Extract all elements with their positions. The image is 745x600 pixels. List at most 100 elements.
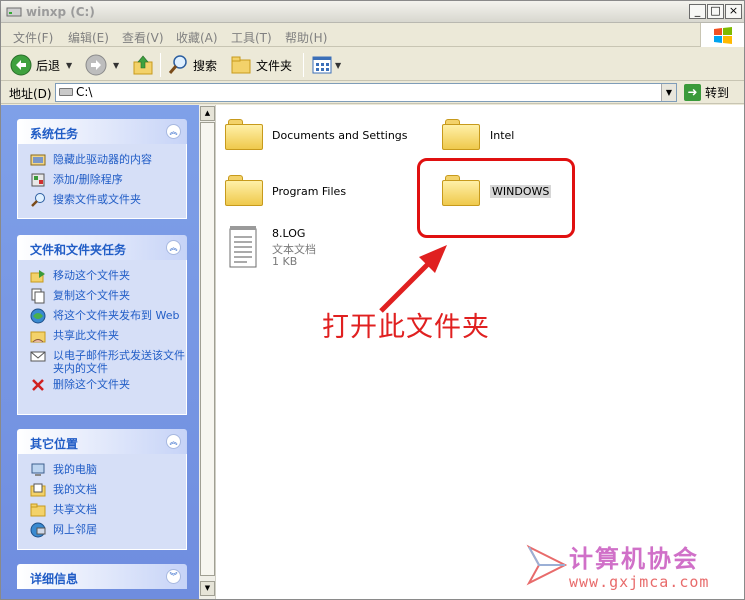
back-dropdown-icon[interactable]: ▼: [66, 61, 72, 70]
file-tasks-panel: 文件和文件夹任务 ︽ 移动这个文件夹 复制这个文件夹 将这个文件夹发布到 Web: [17, 235, 187, 415]
windows-flag-icon: [714, 27, 732, 44]
publish-web-icon: [30, 308, 46, 324]
add-remove-icon: [31, 173, 45, 187]
address-label: 地址(D): [9, 87, 52, 101]
search-label: 搜索: [193, 58, 218, 73]
toolbar: 后退 ▼ ▼ 搜索 文件夹 ▼: [1, 48, 744, 81]
annotation-text: 打开此文件夹: [322, 312, 490, 343]
address-bar: 地址(D) C:\ ▼ ➜ 转到: [1, 82, 744, 104]
address-input[interactable]: C:\ ▼: [55, 83, 677, 102]
expand-chevron-icon[interactable]: ︾: [166, 569, 181, 584]
collapse-chevron-icon[interactable]: ︽: [166, 124, 181, 139]
menu-file[interactable]: 文件(F): [13, 29, 53, 46]
task-move-folder[interactable]: 移动这个文件夹: [18, 266, 186, 286]
maximize-button[interactable]: □: [707, 4, 724, 19]
scroll-up-icon[interactable]: ▲: [200, 106, 215, 121]
system-tasks-header[interactable]: 系统任务 ︽: [17, 119, 187, 144]
watermark-title: 计算机协会: [569, 545, 699, 573]
share-folder-icon: [30, 331, 46, 343]
search-button[interactable]: 搜索: [167, 53, 217, 77]
views-dropdown-icon[interactable]: ▼: [335, 61, 341, 70]
folder-program-files[interactable]: Program Files: [225, 175, 385, 215]
address-dropdown-icon[interactable]: ▼: [661, 84, 676, 101]
menu-favorites[interactable]: 收藏(A): [176, 29, 218, 46]
close-button[interactable]: ×: [725, 4, 742, 19]
explorer-window: winxp (C:) _ □ × 文件(F) 编辑(E) 查看(V) 收藏(A)…: [0, 0, 745, 600]
folder-documents-and-settings[interactable]: Documents and Settings: [225, 119, 408, 159]
minimize-button[interactable]: _: [689, 4, 706, 19]
task-publish-folder-web[interactable]: 将这个文件夹发布到 Web: [18, 306, 186, 326]
file-8-log[interactable]: 8.LOG 文本文档 1 KB: [229, 225, 369, 273]
task-delete-folder[interactable]: 删除这个文件夹: [18, 375, 186, 395]
task-pane: 系统任务 ︽ 隐藏此驱动器的内容 添加/删除程序 搜索文件或文件夹 文件和文件夹…: [1, 105, 199, 599]
details-panel: 详细信息 ︾: [17, 564, 187, 589]
forward-button[interactable]: ▼: [85, 53, 119, 77]
task-hide-drive-contents[interactable]: 隐藏此驱动器的内容: [18, 150, 186, 170]
scroll-thumb[interactable]: [200, 122, 215, 576]
menu-view[interactable]: 查看(V): [122, 29, 164, 46]
toolbar-separator: [303, 53, 304, 77]
other-places-panel: 其它位置 ︽ 我的电脑 我的文档 共享文档 网上邻居: [17, 429, 187, 550]
place-my-documents[interactable]: 我的文档: [18, 480, 186, 500]
task-search-files[interactable]: 搜索文件或文件夹: [18, 190, 186, 210]
scroll-down-icon[interactable]: ▼: [200, 581, 215, 596]
windows-logo: [700, 23, 744, 47]
drive-icon: [6, 7, 22, 17]
place-shared-documents[interactable]: 共享文档: [18, 500, 186, 520]
system-tasks-panel: 系统任务 ︽ 隐藏此驱动器的内容 添加/删除程序 搜索文件或文件夹: [17, 119, 187, 219]
task-share-folder[interactable]: 共享此文件夹: [18, 326, 186, 346]
place-my-computer[interactable]: 我的电脑: [18, 460, 186, 480]
details-title: 详细信息: [30, 572, 79, 586]
hide-contents-icon: [30, 154, 46, 166]
title-bar[interactable]: winxp (C:) _ □ ×: [1, 1, 744, 23]
other-places-header[interactable]: 其它位置 ︽: [17, 429, 187, 454]
folders-label: 文件夹: [256, 58, 293, 73]
views-button[interactable]: ▼: [311, 53, 341, 77]
other-places-body: 我的电脑 我的文档 共享文档 网上邻居: [17, 454, 187, 550]
system-tasks-title: 系统任务: [30, 127, 79, 141]
folders-icon: [231, 56, 251, 74]
file-tasks-header[interactable]: 文件和文件夹任务 ︽: [17, 235, 187, 260]
task-email-folder-files[interactable]: 以电子邮件形式发送该文件夹内的文件: [18, 346, 186, 375]
search-icon: [168, 55, 187, 74]
address-value: C:\: [76, 85, 93, 99]
menu-tools[interactable]: 工具(T): [231, 29, 272, 46]
task-add-remove-programs[interactable]: 添加/删除程序: [18, 170, 186, 190]
vertical-scrollbar[interactable]: ▲ ▼: [199, 105, 216, 599]
text-file-icon: [229, 226, 257, 268]
collapse-chevron-icon[interactable]: ︽: [166, 240, 181, 255]
watermark-url: www.gxjmca.com: [569, 573, 710, 591]
task-copy-folder[interactable]: 复制这个文件夹: [18, 286, 186, 306]
watermark-logo-icon: [526, 544, 568, 586]
details-header[interactable]: 详细信息 ︾: [17, 564, 187, 589]
window-title: winxp (C:): [26, 5, 95, 19]
menu-bar: 文件(F) 编辑(E) 查看(V) 收藏(A) 工具(T) 帮助(H): [1, 23, 744, 47]
folder-icon: [225, 119, 263, 150]
back-button[interactable]: 后退 ▼: [10, 53, 72, 77]
drive-icon: [59, 88, 73, 96]
my-documents-icon: [30, 483, 46, 497]
menu-edit[interactable]: 编辑(E): [68, 29, 109, 46]
views-icon: [312, 56, 332, 74]
folder-icon: [442, 119, 480, 150]
place-network-places[interactable]: 网上邻居: [18, 520, 186, 540]
move-folder-icon: [30, 270, 45, 283]
copy-folder-icon: [31, 288, 45, 304]
menu-help[interactable]: 帮助(H): [285, 29, 327, 46]
go-label: 转到: [705, 86, 730, 100]
delete-x-icon: [32, 379, 44, 391]
back-label: 后退: [36, 58, 61, 73]
go-button[interactable]: ➜ 转到: [684, 83, 729, 102]
other-places-title: 其它位置: [30, 437, 79, 451]
shared-documents-icon: [30, 503, 46, 517]
up-folder-icon: [133, 55, 153, 75]
file-tasks-title: 文件和文件夹任务: [30, 243, 127, 257]
toolbar-separator: [160, 53, 161, 77]
network-places-icon: [30, 522, 46, 538]
folders-button[interactable]: 文件夹: [230, 53, 292, 77]
collapse-chevron-icon[interactable]: ︽: [166, 434, 181, 449]
forward-dropdown-icon[interactable]: ▼: [113, 61, 119, 70]
up-folder-button[interactable]: [132, 53, 154, 77]
go-arrow-icon: ➜: [684, 84, 701, 101]
folder-intel[interactable]: Intel: [442, 119, 562, 159]
